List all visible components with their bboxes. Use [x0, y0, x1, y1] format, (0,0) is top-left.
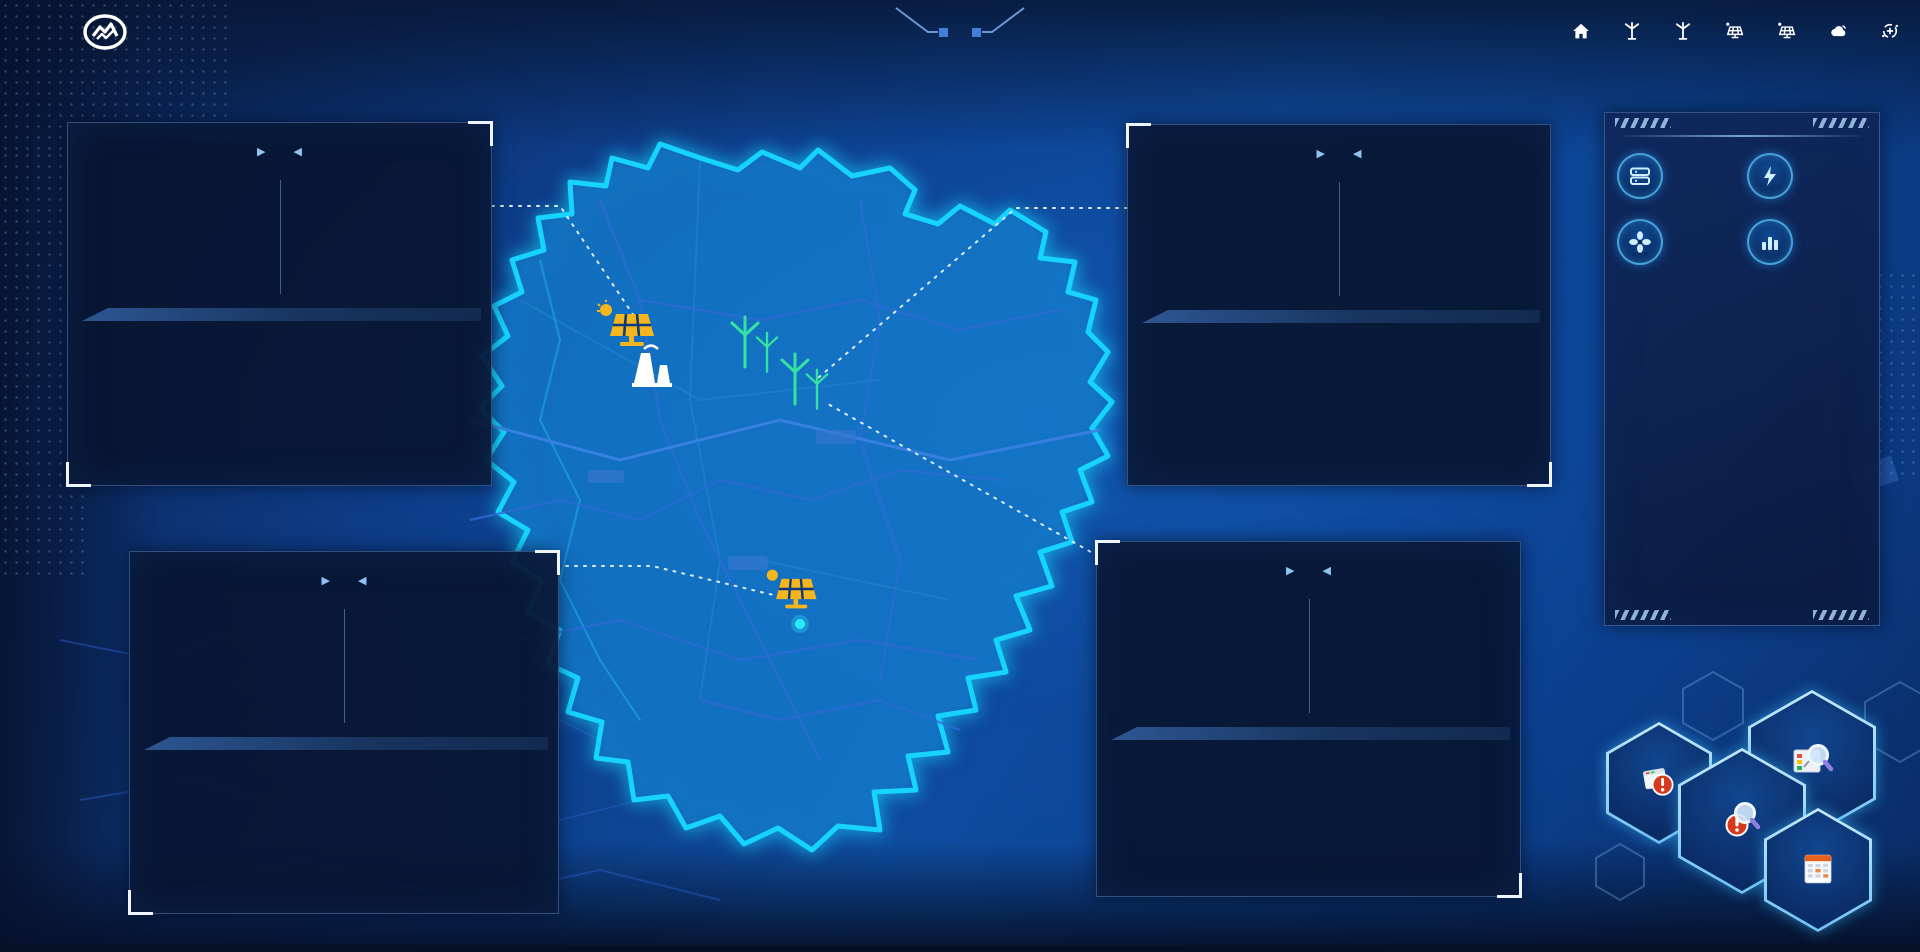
divider-bar: [1142, 310, 1540, 323]
system-stat-card: [1747, 219, 1871, 265]
corner-bracket: [1126, 123, 1151, 148]
solar-station-icon: [597, 300, 654, 346]
hatch-decoration: [1813, 610, 1869, 620]
road-badges: [588, 430, 856, 570]
divider: [1623, 135, 1861, 137]
nav-item-longzhu[interactable]: [1725, 22, 1751, 40]
arrow-left-icon: ◀: [1323, 564, 1331, 577]
panel-title-bar: ▶ ◀: [68, 123, 491, 172]
solar-panel-icon: [1725, 22, 1744, 40]
station-chart: [74, 329, 487, 487]
panel-huashun-station: ▶ ◀: [129, 551, 559, 914]
nav-item-huashun[interactable]: [1777, 22, 1803, 40]
corner-bracket: [535, 550, 560, 575]
arrow-right-icon: ▶: [322, 574, 330, 587]
bar-chart-title: [1605, 269, 1879, 297]
system-stat-card: [1617, 219, 1747, 265]
corner-bracket: [1095, 540, 1120, 565]
panel-title-bar: ▶ ◀: [1128, 125, 1550, 174]
connector-lines: [492, 206, 1127, 598]
station-chart: [1103, 748, 1516, 906]
arrow-right-icon: ▶: [1317, 147, 1325, 160]
panel-huafeng-station: ▶ ◀: [1127, 124, 1551, 486]
station-chart: [1134, 331, 1546, 489]
title-decoration-left: [894, 4, 952, 40]
arrow-right-icon: ▶: [1286, 564, 1294, 577]
bar-chart-icon: [1747, 219, 1793, 265]
glow-dot: [795, 619, 805, 629]
title-bar: [640, 4, 1280, 40]
wind-turbine-icon: [1623, 22, 1641, 40]
arrow-left-icon: ◀: [1353, 147, 1361, 160]
fan-icon: [1617, 219, 1663, 265]
hatch-decoration: [1615, 118, 1671, 128]
nav-item-huafeng[interactable]: [1623, 22, 1648, 40]
highway: [470, 420, 1100, 460]
station-stats: [68, 172, 491, 300]
system-stat-card: [1617, 153, 1747, 199]
solar-panel-icon: [1777, 22, 1796, 40]
panel-huashan-station: ▶ ◀: [1096, 541, 1521, 897]
title-decoration-right: [968, 4, 1026, 40]
hatch-decoration: [1813, 118, 1869, 128]
report-button[interactable]: [1764, 808, 1872, 932]
district-lines: [520, 160, 950, 700]
header: [0, 0, 1920, 62]
corner-bracket: [468, 121, 493, 146]
cloud-icon: [1829, 22, 1848, 40]
station-stats: [1128, 174, 1550, 302]
panels-icon: [1617, 153, 1663, 199]
bottom-bar: [0, 945, 1920, 952]
alarm-window-icon: [1638, 762, 1680, 802]
home-icon: [1572, 22, 1590, 40]
arrow-right-icon: ▶: [257, 145, 265, 158]
lightning-icon: [1747, 153, 1793, 199]
system-stat-card: [1747, 153, 1871, 199]
panel-longzhu-station: ▶ ◀: [67, 122, 492, 486]
nav-item-channel-status[interactable]: [1829, 22, 1855, 40]
logo-icon: [82, 9, 128, 55]
station-chart: [136, 758, 554, 916]
wind-turbine-icon: [1674, 22, 1692, 40]
nav-item-system-config[interactable]: [1881, 22, 1906, 40]
wind-turbine-icon: [782, 354, 827, 409]
system-stats: [1605, 139, 1879, 269]
panel-title-bar: ▶ ◀: [130, 552, 558, 601]
alarm-query-icon: [1719, 798, 1765, 842]
arrow-left-icon: ◀: [358, 574, 366, 587]
nav-item-huashan[interactable]: [1674, 22, 1699, 40]
factory-icon: [632, 346, 672, 388]
hatch-decoration: [1615, 610, 1671, 620]
station-stats: [130, 601, 558, 729]
logo: [82, 9, 138, 55]
wind-turbine-icon: [732, 317, 777, 372]
divider-bar: [82, 308, 481, 321]
divider-bar: [144, 737, 548, 750]
nav-item-overview[interactable]: [1572, 22, 1597, 40]
panel-system-overview: [1604, 112, 1880, 626]
station-stats: [1097, 591, 1520, 719]
panel-title-bar: ▶ ◀: [1097, 542, 1520, 591]
dashboard: ▶ ◀ ▶ ◀ ▶ ◀ ▶: [0, 0, 1920, 952]
divider-bar: [1111, 727, 1510, 740]
settings-icon: [1881, 22, 1899, 40]
glow-dot: [791, 615, 809, 633]
arrow-left-icon: ◀: [294, 145, 302, 158]
province-boundary: [480, 144, 1112, 850]
report-icon: [1798, 850, 1838, 888]
main-nav: [1572, 0, 1906, 62]
solar-station-icon: [767, 570, 817, 609]
